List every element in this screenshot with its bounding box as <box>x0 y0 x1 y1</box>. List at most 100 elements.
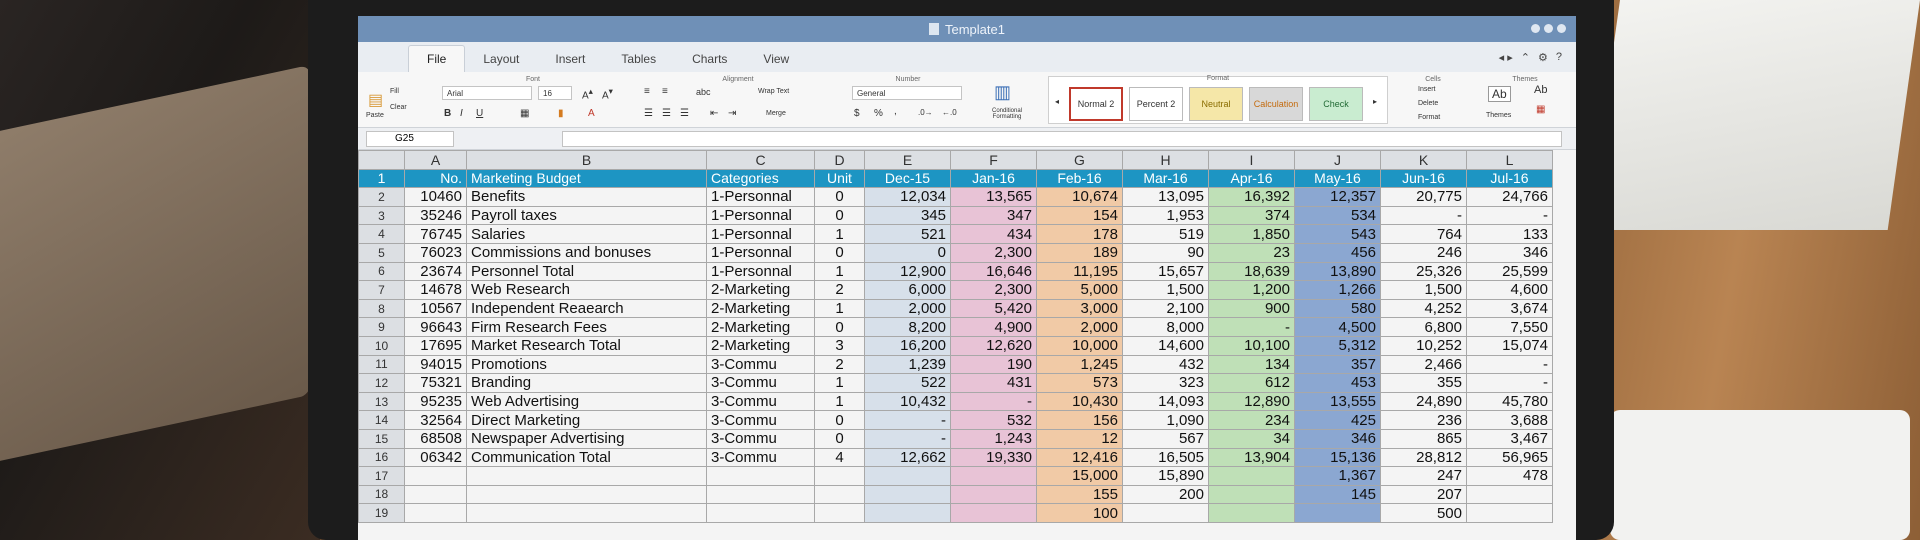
cell[interactable]: 2,300 <box>950 242 1037 263</box>
cell[interactable]: Salaries <box>466 224 707 244</box>
clear-button[interactable]: Clear <box>390 104 407 111</box>
cell[interactable]: 10,674 <box>1036 187 1123 207</box>
cell[interactable]: 2 <box>814 354 865 375</box>
row-header[interactable]: 10 <box>358 335 405 356</box>
cell[interactable]: 10,000 <box>1036 335 1123 356</box>
align-middle-icon[interactable]: ≡ <box>662 86 668 97</box>
cell[interactable]: 207 <box>1380 484 1467 505</box>
cell[interactable]: 612 <box>1208 373 1295 393</box>
cell[interactable]: 10567 <box>404 298 467 319</box>
cell[interactable]: 2-Marketing <box>706 298 815 319</box>
cell[interactable]: 10,252 <box>1380 335 1467 356</box>
cell[interactable]: 1,200 <box>1208 280 1295 300</box>
cell[interactable]: 900 <box>1208 298 1295 319</box>
column-header-i[interactable]: I <box>1208 150 1295 170</box>
cell[interactable]: 247 <box>1380 466 1467 486</box>
cell[interactable]: 2,300 <box>950 280 1037 300</box>
cell[interactable]: 1-Personnal <box>706 224 815 244</box>
cell[interactable]: 10,430 <box>1036 391 1123 412</box>
cell[interactable]: 06342 <box>404 447 467 468</box>
cell[interactable]: 15,657 <box>1122 261 1209 282</box>
fill-button[interactable]: Fill <box>390 88 399 95</box>
cell[interactable]: 15,136 <box>1294 447 1381 468</box>
cell[interactable]: 521 <box>864 224 951 244</box>
cell[interactable]: 3,000 <box>1036 298 1123 319</box>
cell[interactable]: Direct Marketing <box>466 410 707 430</box>
cell[interactable]: 10460 <box>404 187 467 207</box>
row-header[interactable]: 6 <box>358 261 405 282</box>
cell[interactable]: 11,195 <box>1036 261 1123 282</box>
column-header-a[interactable]: A <box>404 150 467 170</box>
cell[interactable]: Commissions and bonuses <box>466 242 707 263</box>
cell[interactable]: 35246 <box>404 205 467 226</box>
style-normal-2[interactable]: Normal 2 <box>1069 87 1123 121</box>
tab-charts[interactable]: Charts <box>674 46 745 72</box>
cell[interactable]: 190 <box>950 354 1037 375</box>
column-header-d[interactable]: D <box>814 150 865 170</box>
cell[interactable]: 23674 <box>404 261 467 282</box>
cell[interactable]: Web Research <box>466 280 707 300</box>
cell[interactable]: 95235 <box>404 391 467 412</box>
cell[interactable]: Communication Total <box>466 447 707 468</box>
window-button-minimize[interactable] <box>1544 24 1553 33</box>
cell[interactable]: 18,639 <box>1208 261 1295 282</box>
cell[interactable]: 1,239 <box>864 354 951 375</box>
row-header[interactable]: 2 <box>358 187 405 207</box>
cell[interactable]: 345 <box>864 205 951 226</box>
cell[interactable]: 5,312 <box>1294 335 1381 356</box>
cell[interactable] <box>1466 503 1553 523</box>
cell[interactable]: 3 <box>814 335 865 356</box>
align-left-icon[interactable]: ☰ <box>644 108 653 119</box>
style-check[interactable]: Check <box>1309 87 1363 121</box>
window-button-maximize[interactable] <box>1557 24 1566 33</box>
row-header[interactable]: 18 <box>358 484 405 505</box>
cell[interactable]: 1,090 <box>1122 410 1209 430</box>
cell[interactable]: 10,432 <box>864 391 951 412</box>
cell[interactable]: 453 <box>1294 373 1381 393</box>
cell[interactable] <box>706 503 815 523</box>
text-orientation-button[interactable]: abc <box>696 87 711 97</box>
cell[interactable]: 543 <box>1294 224 1381 244</box>
cell[interactable]: Independent Reaearch <box>466 298 707 319</box>
format-cells-button[interactable]: Format <box>1418 114 1440 121</box>
nav-arrows-icon[interactable]: ◂ ▸ <box>1499 51 1513 64</box>
column-header-k[interactable]: K <box>1380 150 1467 170</box>
cell[interactable]: 56,965 <box>1466 447 1553 468</box>
row-header[interactable]: 4 <box>358 224 405 244</box>
cell[interactable]: 24,890 <box>1380 391 1467 412</box>
cell[interactable]: 1,850 <box>1208 224 1295 244</box>
cell[interactable]: 4,500 <box>1294 317 1381 337</box>
select-all-corner[interactable] <box>358 150 405 170</box>
cell[interactable]: 17695 <box>404 335 467 356</box>
cell[interactable] <box>814 484 865 505</box>
header-cell[interactable]: Marketing Budget <box>466 168 707 189</box>
column-header-j[interactable]: J <box>1294 150 1381 170</box>
cell[interactable]: 178 <box>1036 224 1123 244</box>
cell[interactable]: 519 <box>1122 224 1209 244</box>
cell[interactable]: 20,775 <box>1380 187 1467 207</box>
cell[interactable] <box>466 484 707 505</box>
row-header[interactable]: 8 <box>358 298 405 319</box>
cell[interactable]: - <box>864 428 951 449</box>
cell[interactable] <box>864 503 951 523</box>
cell[interactable]: 24,766 <box>1466 187 1553 207</box>
cell[interactable]: 1 <box>814 261 865 282</box>
cell[interactable]: 1,245 <box>1036 354 1123 375</box>
cell[interactable]: 90 <box>1122 242 1209 263</box>
italic-button[interactable]: I <box>460 108 463 119</box>
cell[interactable]: 573 <box>1036 373 1123 393</box>
column-header-f[interactable]: F <box>950 150 1037 170</box>
cell[interactable]: 8,200 <box>864 317 951 337</box>
cell[interactable]: 15,074 <box>1466 335 1553 356</box>
cell[interactable]: 4,900 <box>950 317 1037 337</box>
bold-button[interactable]: B <box>444 108 451 119</box>
cell[interactable]: 155 <box>1036 484 1123 505</box>
style-neutral[interactable]: Neutral <box>1189 87 1243 121</box>
cell[interactable]: 534 <box>1294 205 1381 226</box>
cell[interactable]: 355 <box>1380 373 1467 393</box>
borders-icon[interactable]: ▦ <box>520 108 529 119</box>
cell[interactable]: 3-Commu <box>706 373 815 393</box>
row-header[interactable]: 7 <box>358 280 405 300</box>
cell[interactable]: 431 <box>950 373 1037 393</box>
cell[interactable]: 100 <box>1036 503 1123 523</box>
